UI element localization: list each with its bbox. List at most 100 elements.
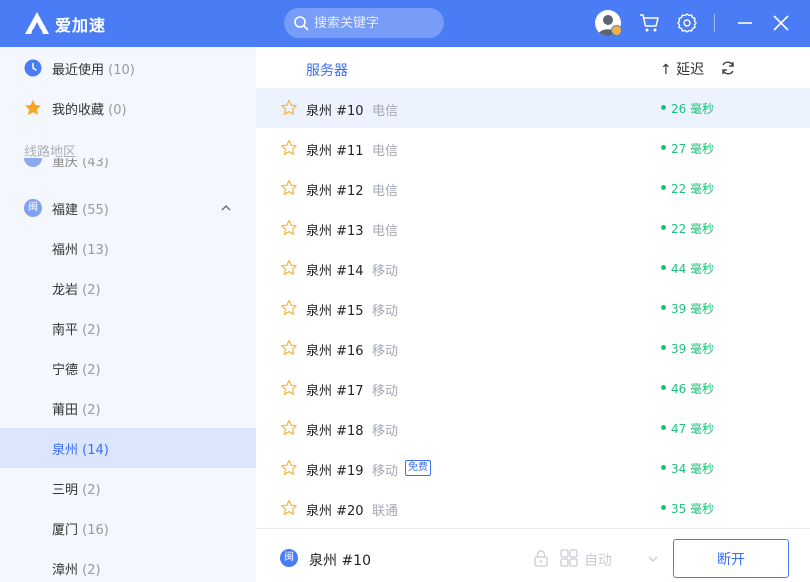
app-name: 爱加速 xyxy=(55,16,107,35)
star-outline-icon[interactable] xyxy=(280,299,298,317)
status-dot xyxy=(661,225,666,230)
column-header-server[interactable]: 服务器 xyxy=(306,60,348,80)
server-isp: 电信 xyxy=(372,224,399,239)
table-row[interactable]: 泉州 #10 电信 26 毫秒 xyxy=(256,88,810,128)
grid-icon xyxy=(560,549,578,567)
sidebar-item-label: 宁德 xyxy=(52,363,79,378)
sidebar-item-count: (16) xyxy=(82,523,109,538)
server-isp: 电信 xyxy=(372,184,399,199)
star-outline-icon[interactable] xyxy=(280,339,298,357)
cart-icon[interactable] xyxy=(638,11,662,35)
region-icon: 闽 xyxy=(24,199,42,217)
search-input[interactable] xyxy=(314,8,438,38)
table-row[interactable]: 泉州 #11 电信 27 毫秒 xyxy=(256,128,810,168)
chevron-up-icon[interactable] xyxy=(220,202,232,214)
sidebar-item-count: (13) xyxy=(82,243,109,258)
table-row[interactable]: 泉州 #19 移动 免费 34 毫秒 xyxy=(256,448,810,488)
status-dot xyxy=(661,385,666,390)
status-dot xyxy=(661,505,666,510)
server-name: 泉州 #17 xyxy=(306,384,364,399)
server-table: 服务器 ↑ 延迟 泉州 #10 电信 26 毫秒 泉州 #11 电信 27 毫秒 泉州 #1… xyxy=(256,47,810,528)
clock-icon xyxy=(24,59,42,77)
server-isp: 移动 xyxy=(372,304,399,319)
sidebar-item-count: (2) xyxy=(82,323,101,338)
sidebar-item-label: 最近使用 xyxy=(52,63,105,78)
star-outline-icon[interactable] xyxy=(280,99,298,117)
sidebar: 最近使用 (10) 我的收藏 (0) 线路地区 重庆 (43) 闽 福建 (55… xyxy=(0,47,256,582)
sidebar-item-label: 漳州 xyxy=(52,563,79,578)
sidebar-item-city[interactable]: 漳州 (2) xyxy=(0,548,256,582)
disconnect-button[interactable]: 断开 xyxy=(673,539,789,578)
table-row[interactable]: 泉州 #13 电信 22 毫秒 xyxy=(256,208,810,248)
table-row[interactable]: 泉州 #20 联通 35 毫秒 xyxy=(256,488,810,528)
sidebar-item-label: 福建 xyxy=(52,203,79,218)
gear-icon[interactable] xyxy=(675,11,699,35)
table-row[interactable]: 泉州 #12 电信 22 毫秒 xyxy=(256,168,810,208)
star-outline-icon[interactable] xyxy=(280,219,298,237)
star-filled-icon xyxy=(25,99,41,115)
column-header-latency[interactable]: ↑ 延迟 xyxy=(660,59,704,79)
table-row[interactable]: 泉州 #15 移动 39 毫秒 xyxy=(256,288,810,328)
sidebar-item-city[interactable]: 宁德 (2) xyxy=(0,348,256,388)
close-icon[interactable] xyxy=(769,11,793,35)
sidebar-item-city[interactable]: 福州 (13) xyxy=(0,228,256,268)
sidebar-item-chongqing[interactable]: 重庆 (43) xyxy=(0,158,256,178)
sidebar-item-city[interactable]: 龙岩 (2) xyxy=(0,268,256,308)
star-outline-icon[interactable] xyxy=(280,259,298,277)
table-row[interactable]: 泉州 #18 移动 47 毫秒 xyxy=(256,408,810,448)
server-name: 泉州 #10 xyxy=(306,104,364,119)
star-outline-icon[interactable] xyxy=(280,179,298,197)
server-isp: 电信 xyxy=(372,144,399,159)
title-bar: 爱加速 xyxy=(0,0,810,47)
mode-select[interactable]: 自动 xyxy=(584,550,612,570)
sidebar-item-city[interactable]: 三明 (2) xyxy=(0,468,256,508)
status-dot xyxy=(661,105,666,110)
sidebar-item-city[interactable]: 泉州 (14) xyxy=(0,428,256,468)
sidebar-item-label: 南平 xyxy=(52,323,79,338)
sidebar-item-city[interactable]: 莆田 (2) xyxy=(0,388,256,428)
server-name: 泉州 #12 xyxy=(306,184,364,199)
sidebar-item-label: 莆田 xyxy=(52,403,79,418)
app-logo-icon xyxy=(25,12,49,34)
star-outline-icon[interactable] xyxy=(280,139,298,157)
table-row[interactable]: 泉州 #17 移动 46 毫秒 xyxy=(256,368,810,408)
status-dot xyxy=(661,185,666,190)
sidebar-item-city[interactable]: 厦门 (16) xyxy=(0,508,256,548)
table-header: 服务器 ↑ 延迟 xyxy=(256,47,810,89)
server-latency: 34 毫秒 xyxy=(671,462,715,476)
status-dot xyxy=(661,145,666,150)
server-latency: 26 毫秒 xyxy=(671,102,715,116)
sidebar-item-count: (2) xyxy=(82,363,101,378)
server-latency: 39 毫秒 xyxy=(671,342,715,356)
refresh-icon[interactable] xyxy=(720,60,736,76)
sidebar-item-label: 三明 xyxy=(52,483,79,498)
server-name: 泉州 #18 xyxy=(306,424,364,439)
star-outline-icon[interactable] xyxy=(280,499,298,517)
sidebar-item-city[interactable]: 南平 (2) xyxy=(0,308,256,348)
sidebar-item-favorites[interactable]: 我的收藏 (0) xyxy=(0,88,256,128)
minimize-icon[interactable] xyxy=(733,11,757,35)
sidebar-item-recent[interactable]: 最近使用 (10) xyxy=(0,48,256,88)
server-name: 泉州 #20 xyxy=(306,504,364,519)
server-latency: 22 毫秒 xyxy=(671,222,715,236)
star-outline-icon[interactable] xyxy=(280,459,298,477)
sidebar-item-count: (2) xyxy=(82,403,101,418)
chevron-down-icon[interactable] xyxy=(647,553,659,565)
sidebar-item-label: 龙岩 xyxy=(52,283,79,298)
sidebar-item-count: (43) xyxy=(82,158,109,170)
lock-icon[interactable] xyxy=(532,549,550,567)
sidebar-item-fujian[interactable]: 闽 福建 (55) xyxy=(0,188,256,228)
star-outline-icon[interactable] xyxy=(280,379,298,397)
table-row[interactable]: 泉州 #16 移动 39 毫秒 xyxy=(256,328,810,368)
search-box[interactable] xyxy=(284,8,444,38)
status-dot xyxy=(661,345,666,350)
server-latency: 22 毫秒 xyxy=(671,182,715,196)
server-latency: 47 毫秒 xyxy=(671,422,715,436)
search-icon xyxy=(294,16,309,31)
star-outline-icon[interactable] xyxy=(280,419,298,437)
region-icon xyxy=(24,158,42,167)
sidebar-item-count: (2) xyxy=(82,283,101,298)
server-latency: 35 毫秒 xyxy=(671,502,715,516)
table-row[interactable]: 泉州 #14 移动 44 毫秒 xyxy=(256,248,810,288)
server-isp: 移动 xyxy=(372,264,399,279)
